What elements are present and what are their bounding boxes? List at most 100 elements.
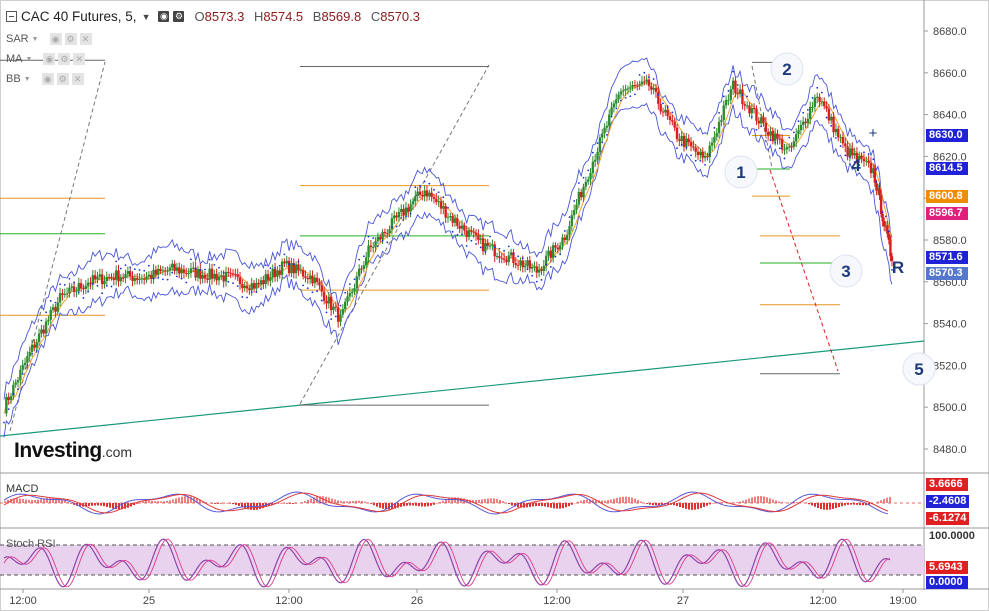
eye-icon[interactable]: ◉ bbox=[49, 33, 62, 45]
macd-bar bbox=[679, 503, 681, 507]
sar-dot bbox=[367, 235, 370, 238]
candle-body bbox=[432, 196, 436, 199]
sar-dot bbox=[204, 268, 206, 271]
candle-body bbox=[755, 108, 758, 121]
sar-dot bbox=[470, 239, 473, 242]
macd-bar bbox=[91, 503, 93, 506]
candle-body bbox=[54, 307, 57, 312]
settings-icon[interactable]: ⚙ bbox=[173, 11, 185, 22]
sar-dot bbox=[750, 116, 753, 118]
candle-body bbox=[161, 270, 165, 272]
candle-body bbox=[40, 329, 43, 334]
macd-label[interactable]: MACD bbox=[6, 483, 38, 495]
close-icon[interactable]: ✕ bbox=[79, 33, 92, 45]
macd-bar bbox=[64, 500, 66, 503]
indicator-bb[interactable]: BB ▼ ◉ ⚙ ✕ bbox=[6, 73, 84, 85]
sar-dot bbox=[31, 352, 33, 355]
candle-body bbox=[304, 276, 307, 278]
candle-body bbox=[21, 364, 24, 370]
candle-body bbox=[250, 283, 253, 291]
sar-dot bbox=[405, 215, 407, 218]
sar-dot bbox=[344, 291, 347, 294]
candle-body bbox=[741, 89, 744, 105]
price-chart[interactable]: 8480.08500.08520.08540.08560.08580.08600… bbox=[0, 0, 989, 611]
sar-dot bbox=[774, 141, 777, 144]
candle-body bbox=[128, 271, 132, 277]
macd-bar bbox=[646, 503, 648, 504]
eye-icon[interactable]: ◉ bbox=[41, 73, 54, 85]
chevron-down-icon[interactable]: ▼ bbox=[26, 56, 33, 63]
symbol-title[interactable]: CAC 40 Futures, 5, bbox=[21, 9, 137, 24]
candle-body bbox=[750, 108, 753, 114]
sar-dot bbox=[875, 180, 878, 183]
chevron-down-icon[interactable]: ▼ bbox=[24, 76, 31, 83]
candle-body bbox=[881, 214, 884, 222]
x-tick-label: 25 bbox=[143, 595, 155, 607]
eye-icon[interactable]: ◉ bbox=[158, 11, 170, 22]
candle-body bbox=[423, 190, 426, 197]
candle-body bbox=[30, 344, 34, 352]
candle-body bbox=[365, 257, 368, 266]
candle-body bbox=[341, 309, 345, 315]
sar-dot bbox=[311, 291, 314, 294]
indicator-sar[interactable]: SAR ▼ ◉ ⚙ ✕ bbox=[6, 33, 92, 45]
candle-body bbox=[799, 124, 803, 131]
candle-body bbox=[526, 260, 529, 266]
projection-line bbox=[769, 169, 839, 372]
sar-dot bbox=[124, 264, 127, 267]
candle-body bbox=[575, 204, 578, 211]
candle-body bbox=[133, 278, 137, 281]
candle-body bbox=[736, 93, 739, 95]
close-icon[interactable]: ✕ bbox=[73, 53, 86, 65]
stoch-rsi-label[interactable]: Stoch RSI bbox=[6, 538, 56, 550]
close-icon[interactable]: ✕ bbox=[71, 73, 84, 85]
y-tick-label: 8640.0 bbox=[933, 110, 967, 122]
candle-body bbox=[379, 237, 382, 240]
eye-icon[interactable]: ◉ bbox=[43, 53, 56, 65]
chevron-down-icon[interactable]: ▼ bbox=[142, 12, 151, 22]
candle-body bbox=[449, 216, 452, 218]
candle-body bbox=[563, 237, 567, 240]
candle-body bbox=[887, 233, 891, 241]
macd-bar bbox=[823, 503, 825, 510]
candle-body bbox=[145, 276, 148, 280]
menu-icon[interactable] bbox=[6, 11, 17, 22]
sar-dot bbox=[334, 315, 337, 318]
sar-dot bbox=[59, 283, 61, 286]
macd-bar bbox=[412, 503, 414, 506]
candle-body bbox=[154, 269, 158, 275]
sar-dot bbox=[199, 268, 202, 271]
macd-bar bbox=[238, 503, 240, 506]
candle-body bbox=[477, 234, 480, 240]
indicator-ma[interactable]: MA ▼ ◉ ⚙ ✕ bbox=[6, 53, 86, 65]
settings-icon[interactable]: ⚙ bbox=[56, 73, 69, 85]
settings-icon[interactable]: ⚙ bbox=[64, 33, 77, 45]
macd-bar bbox=[427, 503, 429, 507]
candle-body bbox=[350, 291, 354, 294]
candle-body bbox=[208, 268, 211, 280]
macd-bar bbox=[379, 503, 381, 508]
stoch-rsi-tag: 0.0000 bbox=[926, 576, 968, 589]
settings-icon[interactable]: ⚙ bbox=[58, 53, 71, 65]
macd-bar bbox=[682, 503, 684, 508]
candle-body bbox=[787, 146, 791, 148]
sar-dot bbox=[87, 290, 90, 293]
sar-dot bbox=[830, 124, 833, 127]
candle-body bbox=[823, 101, 826, 107]
macd-bar bbox=[25, 499, 27, 503]
candle-body bbox=[521, 260, 524, 268]
stoch-rsi-tag: 5.6943 bbox=[926, 561, 968, 574]
sar-dot bbox=[236, 285, 239, 288]
candle-body bbox=[346, 296, 349, 302]
macd-bar bbox=[580, 500, 582, 503]
candle-body bbox=[105, 276, 109, 281]
chevron-down-icon[interactable]: ▼ bbox=[32, 36, 39, 43]
candle-body bbox=[834, 128, 838, 133]
candle-body bbox=[813, 97, 817, 107]
macd-bar bbox=[364, 501, 366, 503]
macd-bar bbox=[610, 499, 612, 503]
candle-body bbox=[72, 286, 76, 292]
candle-body bbox=[612, 103, 616, 108]
candle-body bbox=[329, 296, 333, 311]
sar-dot bbox=[764, 140, 767, 142]
